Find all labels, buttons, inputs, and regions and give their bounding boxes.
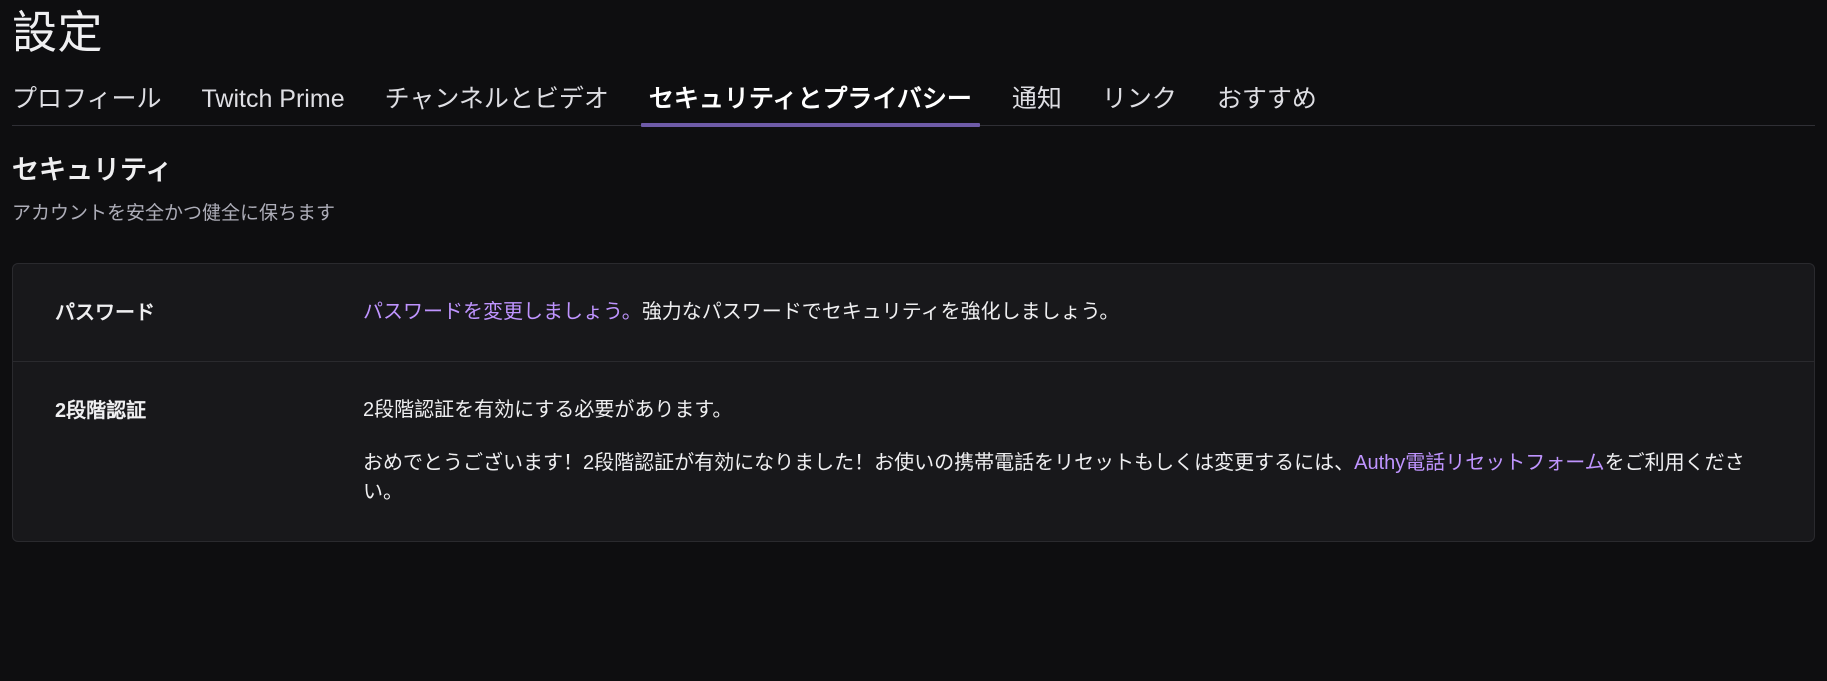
two-factor-row-body: 2段階認証を有効にする必要があります。 おめでとうございます！2段階認証が有効に… <box>363 396 1778 507</box>
two-factor-row: 2段階認証 2段階認証を有効にする必要があります。 おめでとうございます！2段階… <box>13 361 1814 541</box>
tab-profile[interactable]: プロフィール <box>12 87 182 125</box>
two-factor-status-pre: おめでとうございます！2段階認証が有効になりました！お使いの携帯電話をリセットも… <box>363 452 1355 475</box>
security-settings-card: パスワード パスワードを変更しましょう。強力なパスワードでセキュリティを強化しま… <box>12 263 1815 543</box>
tab-notifications[interactable]: 通知 <box>992 87 1082 125</box>
two-factor-status-text: おめでとうございます！2段階認証が有効になりました！お使いの携帯電話をリセットも… <box>363 449 1778 507</box>
section-title: セキュリティ <box>12 155 173 185</box>
tab-twitch-prime[interactable]: Twitch Prime <box>182 87 365 125</box>
two-factor-requirement-text: 2段階認証を有効にする必要があります。 <box>363 399 733 422</box>
password-row-label: パスワード <box>55 302 155 325</box>
password-description: パスワードを変更しましょう。強力なパスワードでセキュリティを強化しましょう。 <box>363 298 1778 327</box>
settings-page: 設定 プロフィール Twitch Prime チャンネルとビデオ セキュリティと… <box>0 0 1827 681</box>
tab-security-and-privacy[interactable]: セキュリティとプライバシー <box>629 87 992 127</box>
security-section-header: セキュリティ アカウントを安全かつ健全に保ちます <box>12 126 1815 227</box>
page-title: 設定 <box>12 7 104 58</box>
two-factor-row-label: 2段階認証 <box>55 400 147 423</box>
password-row: パスワード パスワードを変更しましょう。強力なパスワードでセキュリティを強化しま… <box>13 264 1814 361</box>
tab-channel-and-video[interactable]: チャンネルとビデオ <box>365 87 629 125</box>
change-password-link[interactable]: パスワードを変更しましょう。 <box>363 301 642 323</box>
tab-recommendations[interactable]: おすすめ <box>1197 87 1337 125</box>
section-subtitle: アカウントを安全かつ健全に保ちます <box>12 203 336 225</box>
authy-phone-reset-form-link[interactable]: Authy電話リセットフォーム <box>1354 452 1605 474</box>
password-row-body: パスワードを変更しましょう。強力なパスワードでセキュリティを強化しましょう。 <box>363 298 1778 327</box>
tab-links[interactable]: リンク <box>1082 87 1197 125</box>
settings-tab-bar: プロフィール Twitch Prime チャンネルとビデオ セキュリティとプライ… <box>12 79 1815 127</box>
password-description-rest: 強力なパスワードでセキュリティを強化しましょう。 <box>641 301 1120 324</box>
